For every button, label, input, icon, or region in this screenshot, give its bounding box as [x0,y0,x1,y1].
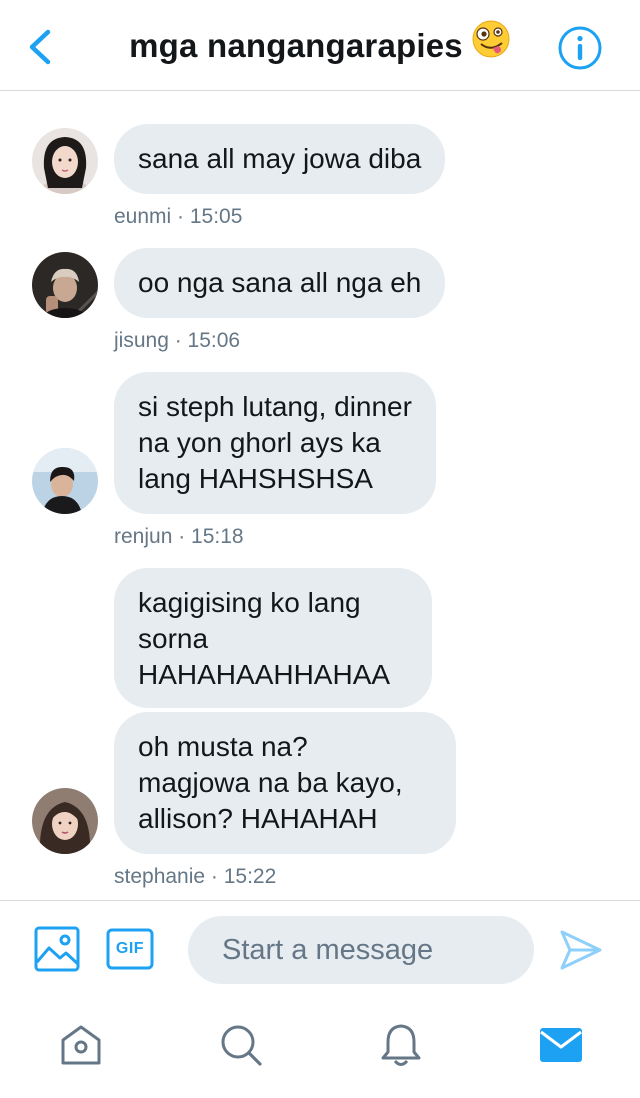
conversation-header: mga nangangarapies [0,0,640,91]
message-meta: renjun · 15:18 [114,525,244,548]
message-bubble[interactable]: oo nga sana all nga eh [114,248,446,318]
avatar-stephanie[interactable] [32,788,98,854]
message-bubble[interactable]: si steph lutang, dinner na yon ghorl ays… [114,372,436,514]
message-meta: stephanie · 15:22 [114,865,277,888]
add-image-button[interactable] [34,926,80,977]
home-icon [61,1025,101,1065]
message-bubble[interactable]: sana all may jowa diba [114,124,446,194]
search-icon [221,1025,262,1066]
image-icon [34,926,80,972]
avatar-renjun[interactable] [32,448,98,514]
message-bubble[interactable]: oh musta na? magjowa na ba kayo, allison… [114,712,456,854]
message-meta: jisung · 15:06 [114,329,241,352]
message-bubble[interactable]: kagigising ko lang sorna HAHAHAAHHAHAA [114,568,432,708]
avatar-jisung[interactable] [32,252,98,318]
message-meta: eunmi · 15:05 [114,205,243,228]
tab-search[interactable] [218,1022,264,1073]
envelope-icon [540,1028,582,1062]
bell-icon [381,1024,421,1066]
tab-home[interactable] [58,1022,104,1073]
add-gif-button[interactable]: GIF [106,928,154,970]
tab-messages[interactable] [538,1022,584,1073]
send-button[interactable] [558,928,604,977]
avatar-eunmi[interactable] [32,128,98,194]
conversation-title-area[interactable]: mga nangangarapies [0,19,640,72]
conversation-info-button[interactable] [556,24,604,72]
zany-face-emoji-icon [471,19,511,72]
tab-notifications[interactable] [378,1022,424,1073]
send-icon [560,930,602,970]
gif-label: GIF [115,940,145,957]
info-circle-icon [558,26,602,70]
message-input[interactable] [188,916,534,984]
conversation-title: mga nangangarapies [129,27,463,64]
